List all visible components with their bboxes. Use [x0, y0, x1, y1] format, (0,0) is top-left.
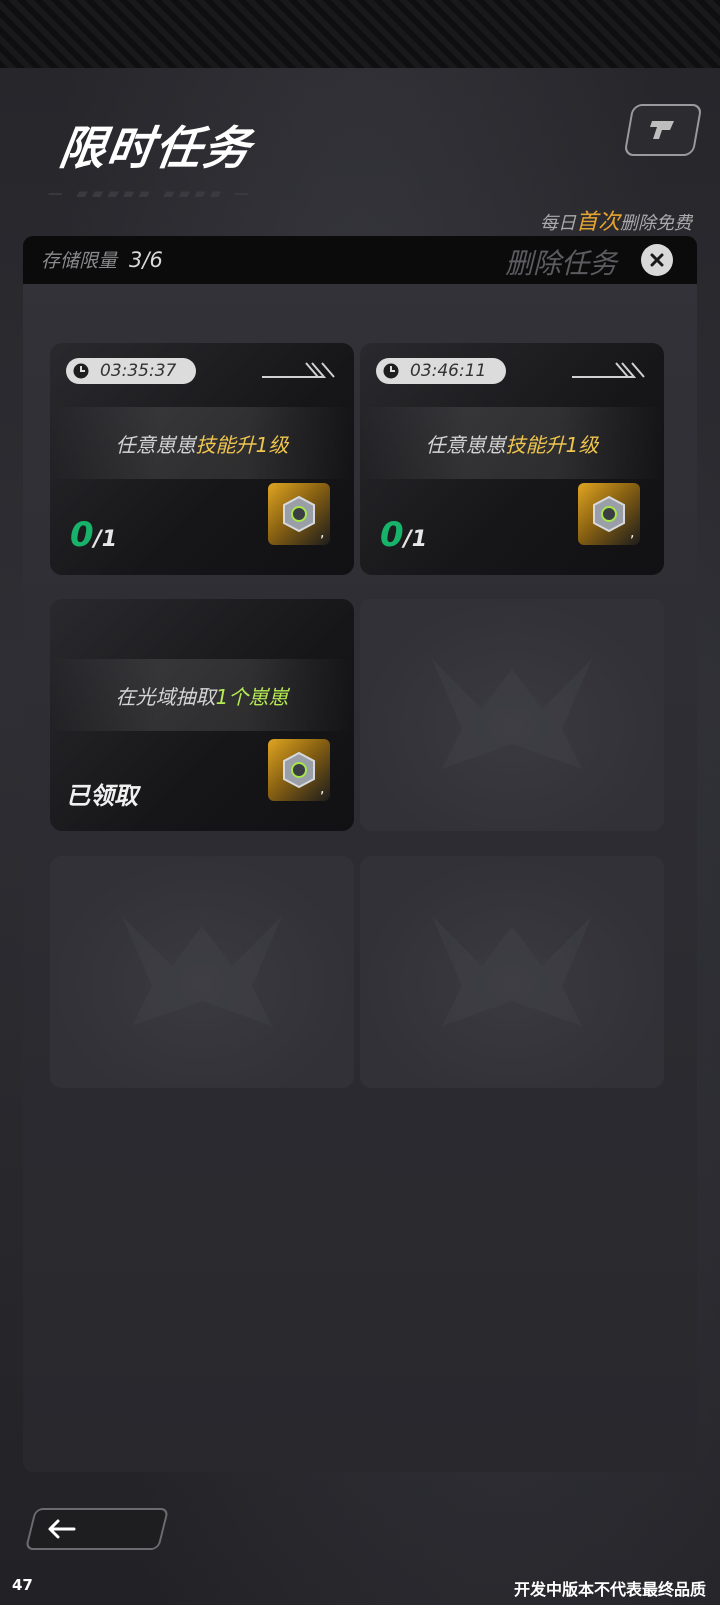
clock-icon	[73, 363, 89, 379]
daily-free-note: 每日首次删除免费	[540, 204, 692, 236]
daily-prefix: 每日	[539, 213, 576, 234]
storage-value: 3/6	[129, 248, 163, 272]
task-description: 任意崽崽技能升1级	[360, 407, 664, 479]
delete-task-button[interactable]	[641, 244, 673, 276]
task-prefix: 在光域抽取	[115, 684, 216, 709]
build-number: 47	[12, 1576, 33, 1594]
hex-nut-icon	[593, 495, 625, 533]
timer-text: 03:46:11	[410, 361, 487, 381]
progress-current: 0	[380, 515, 404, 555]
empty-slot-emblem-icon	[432, 659, 592, 769]
task-highlight: 技能升1级	[505, 432, 599, 457]
task-description: 任意崽崽技能升1级	[50, 407, 354, 479]
task-prefix: 任意崽崽	[115, 432, 196, 457]
task-progress: 0/1	[380, 515, 427, 555]
task-description: 在光域抽取1个崽崽	[50, 659, 354, 731]
timer-text: 03:35:37	[100, 361, 177, 381]
hex-nut-icon	[283, 495, 315, 533]
timer-badge: 03:46:11	[376, 358, 506, 384]
claimed-status: 已领取	[66, 782, 138, 810]
clock-icon	[383, 363, 399, 379]
empty-slot-emblem-icon	[432, 916, 592, 1026]
game-logo-icon	[650, 121, 674, 139]
progress-total: /1	[93, 527, 118, 552]
task-card-claimed[interactable]: 在光域抽取1个崽崽 已领取 ,	[50, 599, 354, 831]
dev-build-notice: 开发中版本不代表最终品质	[513, 1580, 706, 1599]
task-highlight: 技能升1级	[195, 432, 289, 457]
storage-label: 存储限量	[41, 250, 118, 272]
top-band	[0, 0, 720, 68]
storage-limit: 存储限量 3/6	[41, 246, 163, 273]
hex-nut-icon	[283, 751, 315, 789]
back-button[interactable]	[24, 1508, 170, 1550]
daily-highlight: 首次	[575, 210, 620, 235]
task-highlight: 1个崽崽	[215, 684, 289, 709]
reward-count: ,	[630, 525, 635, 541]
task-card[interactable]: 03:46:11 任意崽崽技能升1级 0/1 ,	[360, 343, 664, 575]
task-panel: 存储限量 3/6 删除任务 03:35:37 任意崽崽技能升1级 0/1 , 0…	[23, 236, 697, 1472]
title-decoration: — ▰▰▰▰▰ ▰▰▰▰ —	[48, 184, 254, 202]
delete-task-label[interactable]: 删除任务	[505, 242, 617, 282]
back-arrow-icon	[48, 1519, 76, 1539]
empty-task-slot	[360, 599, 664, 831]
daily-suffix: 删除免费	[620, 213, 692, 234]
progress-current: 0	[70, 515, 94, 555]
close-icon	[650, 253, 664, 267]
reward-count: ,	[320, 781, 325, 797]
game-logo-button[interactable]	[623, 104, 703, 156]
progress-total: /1	[403, 527, 428, 552]
empty-slot-emblem-icon	[122, 916, 282, 1026]
stripe-decoration	[262, 362, 335, 378]
timer-badge: 03:35:37	[66, 358, 196, 384]
task-progress: 0/1	[70, 515, 117, 555]
reward-count: ,	[320, 525, 325, 541]
task-prefix: 任意崽崽	[425, 432, 506, 457]
panel-header: 存储限量 3/6 删除任务	[23, 236, 697, 284]
stripe-decoration	[572, 362, 645, 378]
empty-task-slot	[360, 856, 664, 1088]
page-title: 限时任务	[55, 121, 256, 175]
empty-task-slot	[50, 856, 354, 1088]
task-card[interactable]: 03:35:37 任意崽崽技能升1级 0/1 ,	[50, 343, 354, 575]
